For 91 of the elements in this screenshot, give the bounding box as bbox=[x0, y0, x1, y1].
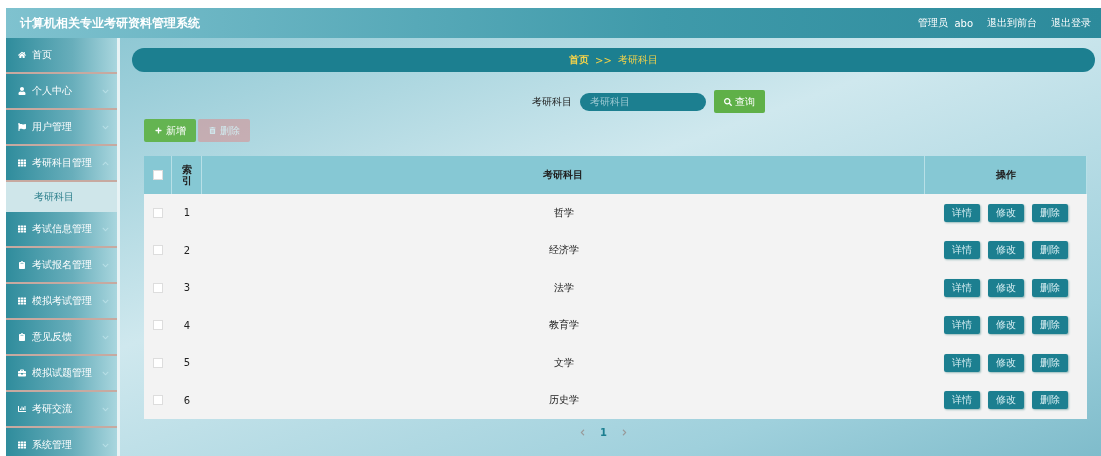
row-checkbox[interactable] bbox=[153, 245, 163, 256]
breadcrumb-current: 考研科目 bbox=[617, 53, 658, 67]
row-action-button[interactable]: 详情 bbox=[944, 391, 980, 410]
row-action-button[interactable]: 修改 bbox=[988, 241, 1024, 260]
sidebar-item[interactable]: 模拟考试管理 bbox=[6, 284, 117, 320]
grid-icon bbox=[18, 225, 26, 233]
row-action-button[interactable]: 修改 bbox=[988, 353, 1024, 372]
row-checkbox[interactable] bbox=[153, 395, 163, 406]
column-header: 索引 bbox=[181, 164, 192, 186]
table-cell: 教育学 bbox=[548, 318, 579, 333]
table-cell: 哲学 bbox=[553, 205, 574, 220]
chevron-icon bbox=[102, 261, 109, 269]
breadcrumb-link[interactable]: 首页 bbox=[569, 53, 590, 67]
row-checkbox[interactable] bbox=[153, 282, 163, 293]
sidebar-item[interactable]: 用户管理 bbox=[6, 110, 117, 146]
plus-icon bbox=[154, 127, 162, 134]
chevron-icon bbox=[102, 123, 109, 131]
chevron-icon bbox=[102, 225, 109, 233]
row-checkbox[interactable] bbox=[153, 357, 163, 368]
chevron-icon bbox=[102, 369, 109, 377]
sidebar-item[interactable]: 考研科目管理 bbox=[6, 146, 117, 182]
sidebar-subitem[interactable]: 考研科目 bbox=[6, 182, 117, 212]
row-action-button[interactable]: 删除 bbox=[1032, 353, 1068, 372]
row-checkbox[interactable] bbox=[153, 320, 163, 331]
row-action-button[interactable]: 详情 bbox=[944, 241, 980, 260]
row-action-button[interactable]: 详情 bbox=[944, 278, 980, 297]
row-action-button[interactable]: 删除 bbox=[1032, 241, 1068, 260]
trash-icon bbox=[208, 127, 216, 134]
next-page-icon[interactable] bbox=[621, 429, 628, 436]
table-cell: 5 bbox=[183, 357, 191, 369]
table-cell: 6 bbox=[183, 394, 191, 406]
sidebar-item[interactable]: 模拟试题管理 bbox=[6, 356, 117, 392]
row-action-button[interactable]: 删除 bbox=[1032, 278, 1068, 297]
briefcase-icon bbox=[18, 369, 26, 377]
add-button[interactable]: 新增 bbox=[144, 119, 196, 142]
clipboard-icon bbox=[18, 261, 26, 269]
sidebar-item[interactable]: 个人中心 bbox=[6, 74, 117, 110]
user-icon bbox=[18, 87, 26, 95]
table-cell: 4 bbox=[183, 319, 191, 331]
row-action-button[interactable]: 修改 bbox=[988, 203, 1024, 222]
row-action-button[interactable]: 修改 bbox=[988, 278, 1024, 297]
row-checkbox[interactable] bbox=[153, 207, 163, 218]
search-label: 考研科目 bbox=[532, 94, 572, 109]
row-action-button[interactable]: 详情 bbox=[944, 353, 980, 372]
header-link[interactable]: 退出到前台 bbox=[987, 16, 1037, 30]
row-action-button[interactable]: 删除 bbox=[1032, 391, 1068, 410]
sidebar-item[interactable]: 考试信息管理 bbox=[6, 212, 117, 248]
table-cell: 2 bbox=[183, 244, 191, 256]
table-cell: 1 bbox=[183, 207, 191, 219]
sidebar-item[interactable]: 首页 bbox=[6, 38, 117, 74]
user-name: abo bbox=[954, 17, 973, 29]
row-action-button[interactable]: 修改 bbox=[988, 391, 1024, 410]
table-cell: 文学 bbox=[553, 355, 574, 370]
table-cell: 历史学 bbox=[548, 393, 579, 408]
user-role: 管理员 bbox=[918, 16, 949, 30]
chevron-icon bbox=[102, 297, 109, 305]
column-header: 考研科目 bbox=[543, 168, 583, 182]
chevron-icon bbox=[102, 87, 109, 95]
grid-icon bbox=[18, 159, 26, 167]
search-field[interactable]: 考研科目 bbox=[580, 92, 706, 111]
sidebar-item[interactable]: 意见反馈 bbox=[6, 320, 117, 356]
table-cell: 经济学 bbox=[548, 243, 579, 258]
row-action-button[interactable]: 详情 bbox=[944, 203, 980, 222]
app-title: 计算机相关专业考研资料管理系统 bbox=[20, 14, 200, 32]
chevron-icon bbox=[102, 441, 109, 449]
select-all-checkbox[interactable] bbox=[152, 170, 163, 180]
grid-icon bbox=[18, 441, 26, 449]
sidebar-item[interactable]: 系统管理 bbox=[6, 428, 117, 456]
page-number[interactable]: 1 bbox=[600, 427, 607, 438]
sidebar-item[interactable]: 考试报名管理 bbox=[6, 248, 117, 284]
row-action-button[interactable]: 修改 bbox=[988, 316, 1024, 335]
flag-icon bbox=[18, 123, 26, 131]
breadcrumb-separator: >> bbox=[595, 54, 612, 66]
row-action-button[interactable]: 详情 bbox=[944, 316, 980, 335]
previous-page-icon[interactable] bbox=[579, 429, 586, 436]
chevron-icon bbox=[102, 333, 109, 341]
row-action-button[interactable]: 删除 bbox=[1032, 203, 1068, 222]
header-link[interactable]: 退出登录 bbox=[1051, 16, 1091, 30]
search-button[interactable]: 查询 bbox=[714, 90, 765, 113]
bar-chart-icon bbox=[18, 405, 26, 413]
table-cell: 3 bbox=[183, 282, 191, 294]
chevron-icon bbox=[102, 405, 109, 413]
clipboard-icon bbox=[18, 333, 26, 341]
table-cell: 法学 bbox=[553, 280, 574, 295]
column-header: 操作 bbox=[995, 168, 1016, 182]
search-icon bbox=[724, 97, 732, 106]
row-action-button[interactable]: 删除 bbox=[1032, 316, 1068, 335]
sidebar-item[interactable]: 考研交流 bbox=[6, 392, 117, 428]
grid-icon bbox=[18, 297, 26, 305]
chevron-icon bbox=[102, 159, 109, 167]
home-icon bbox=[18, 51, 26, 59]
